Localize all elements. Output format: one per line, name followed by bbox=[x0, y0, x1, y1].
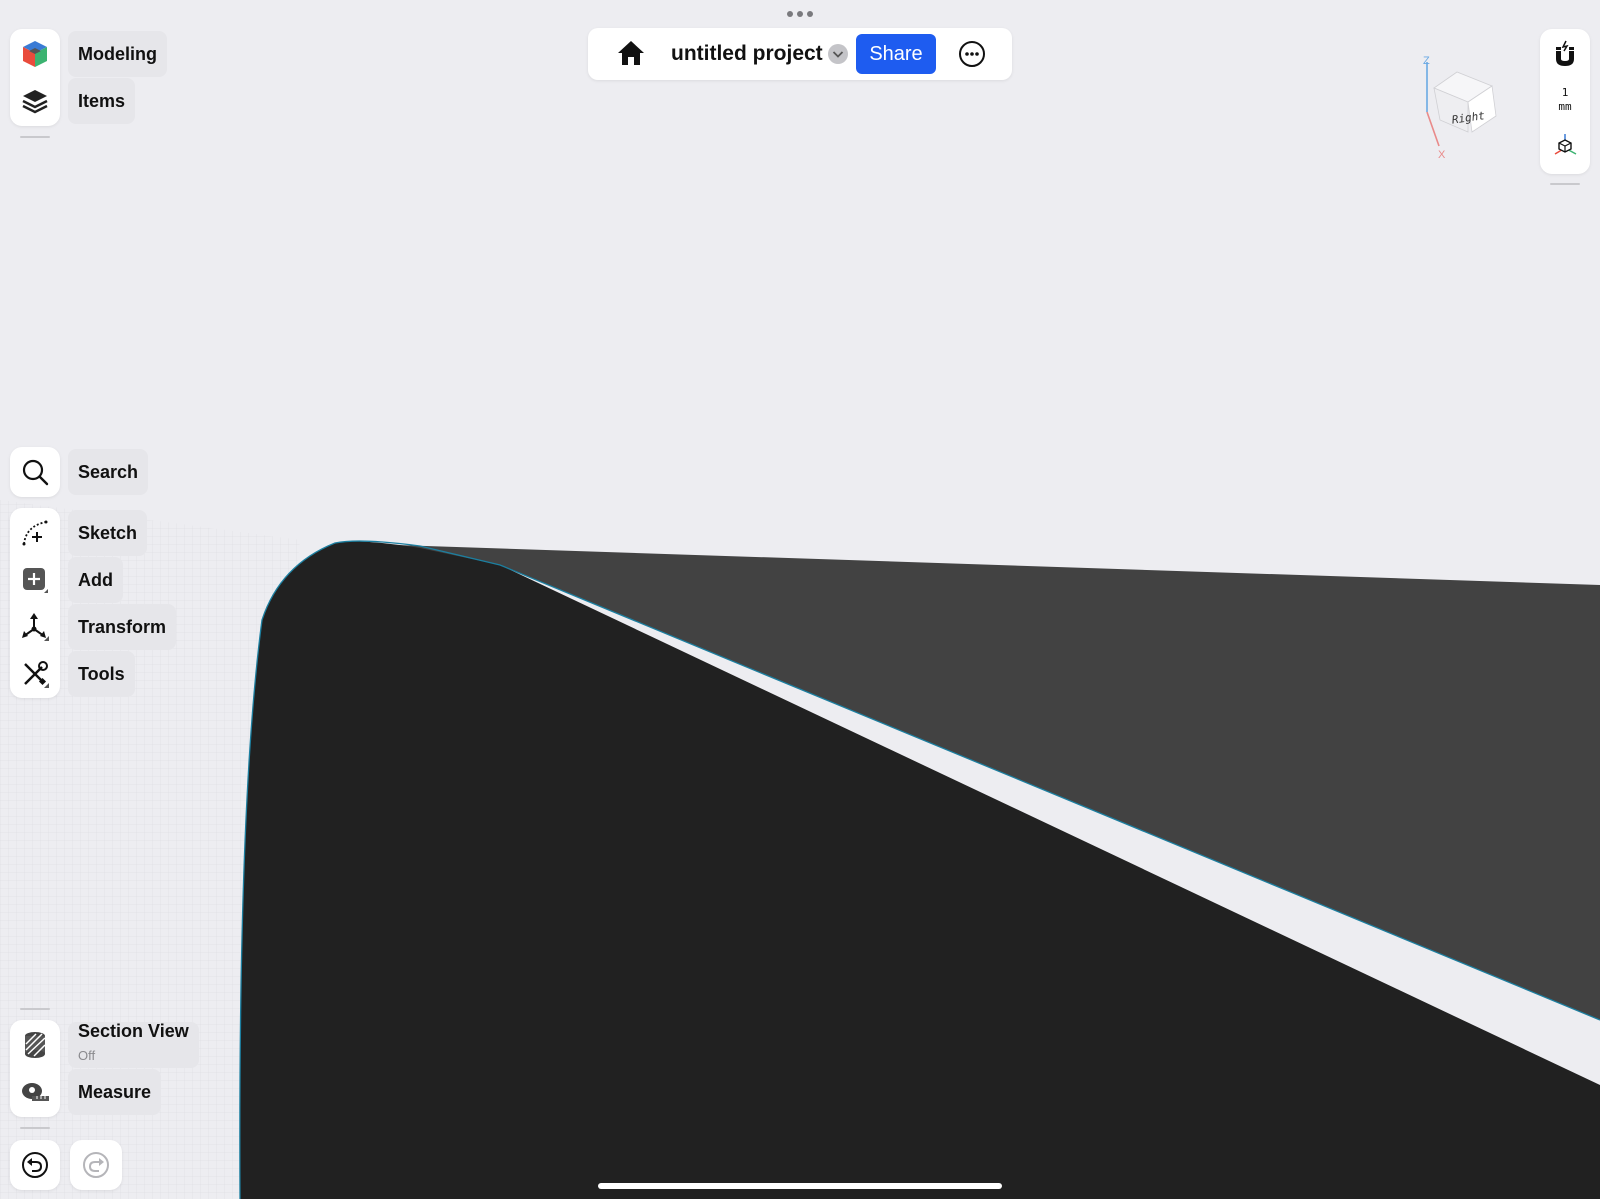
axis-orientation-icon[interactable] bbox=[1552, 132, 1578, 158]
project-title[interactable]: untitled project bbox=[671, 28, 823, 80]
modeling-cube-icon bbox=[23, 41, 47, 67]
x-axis-line bbox=[1426, 111, 1440, 147]
project-toolbar: untitled project Share bbox=[588, 28, 1012, 80]
add-button[interactable] bbox=[10, 558, 60, 602]
grid-size-unit[interactable]: mm bbox=[1540, 100, 1590, 113]
share-button[interactable]: Share bbox=[856, 34, 936, 74]
items-button[interactable] bbox=[10, 79, 60, 123]
measure-label[interactable]: Measure bbox=[68, 1069, 162, 1115]
undo-button[interactable] bbox=[10, 1140, 60, 1190]
inspect-panel bbox=[10, 1020, 60, 1117]
sketch-icon bbox=[22, 520, 48, 546]
section-view-title: Section View bbox=[78, 1021, 189, 1041]
measure-button[interactable] bbox=[10, 1070, 60, 1114]
sketch-label[interactable]: Sketch bbox=[68, 510, 148, 556]
add-icon bbox=[23, 568, 48, 593]
sketch-button[interactable] bbox=[10, 511, 60, 555]
workspace-panel bbox=[10, 29, 60, 126]
wrench-screwdriver-icon bbox=[24, 661, 49, 688]
bottom-divider-top bbox=[20, 1008, 50, 1010]
right-tools-panel: 1 mm bbox=[1540, 29, 1590, 174]
tape-measure-icon bbox=[22, 1083, 49, 1101]
more-options-icon[interactable] bbox=[958, 40, 986, 68]
3d-viewport[interactable] bbox=[0, 0, 1600, 1199]
transform-icon bbox=[22, 613, 49, 641]
x-axis-label: X bbox=[1438, 149, 1446, 161]
right-panel-divider bbox=[1550, 183, 1580, 185]
tools-button[interactable] bbox=[10, 652, 60, 696]
transform-button[interactable] bbox=[10, 605, 60, 649]
search-button[interactable] bbox=[10, 450, 60, 494]
home-indicator[interactable] bbox=[598, 1183, 1002, 1189]
home-icon[interactable] bbox=[616, 38, 646, 68]
transform-label[interactable]: Transform bbox=[68, 604, 177, 650]
bottom-divider-bottom bbox=[20, 1127, 50, 1129]
section-view-state: Off bbox=[78, 1048, 96, 1063]
snap-magnet-icon[interactable] bbox=[1551, 39, 1579, 69]
items-label[interactable]: Items bbox=[68, 78, 136, 124]
panel-divider bbox=[20, 136, 50, 138]
section-view-icon bbox=[25, 1032, 46, 1058]
undo-icon bbox=[22, 1152, 48, 1178]
search-icon bbox=[22, 459, 49, 486]
tools-panel bbox=[10, 508, 60, 698]
section-view-button[interactable] bbox=[10, 1023, 60, 1067]
search-label[interactable]: Search bbox=[68, 449, 149, 495]
tools-label[interactable]: Tools bbox=[68, 651, 135, 697]
search-panel bbox=[10, 447, 60, 497]
modeling-button[interactable] bbox=[10, 32, 60, 76]
chevron-down-icon[interactable] bbox=[828, 44, 848, 64]
redo-icon bbox=[83, 1152, 109, 1178]
view-cube[interactable]: Z X Right bbox=[1412, 50, 1512, 165]
redo-button[interactable] bbox=[70, 1140, 122, 1190]
add-label[interactable]: Add bbox=[68, 557, 123, 603]
z-axis-label: Z bbox=[1423, 55, 1430, 67]
grid-size-value[interactable]: 1 bbox=[1540, 86, 1590, 99]
modeling-label[interactable]: Modeling bbox=[68, 31, 167, 77]
layers-icon bbox=[22, 90, 48, 114]
window-grabber-icon[interactable] bbox=[786, 10, 814, 20]
